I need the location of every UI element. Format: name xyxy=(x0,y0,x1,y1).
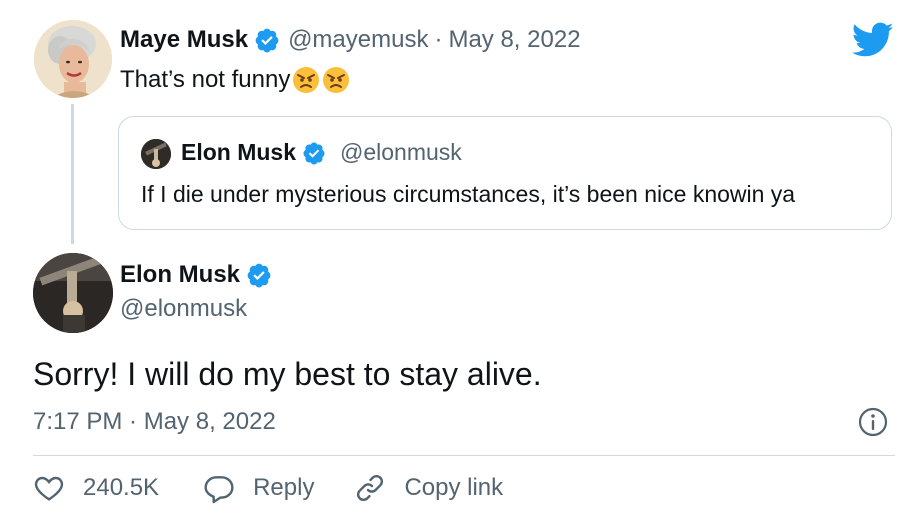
reply-bubble-icon xyxy=(204,476,234,504)
main-tweet-text: Sorry! I will do my best to stay alive. xyxy=(33,356,542,392)
quoted-tweet-header: Elon Musk @elonmusk xyxy=(181,139,462,166)
twitter-bird-icon[interactable] xyxy=(852,22,894,58)
reply-label: Reply xyxy=(253,474,315,501)
tweet-actions-bar: 240.5K Reply Copy link xyxy=(33,472,503,504)
parent-tweet-header: Maye Musk @mayemusk · May 8, 2022 xyxy=(120,26,581,54)
thread-connector-line xyxy=(71,104,74,244)
parent-date[interactable]: May 8, 2022 xyxy=(448,26,580,54)
heart-icon xyxy=(34,476,64,501)
like-button[interactable]: 240.5K xyxy=(33,472,159,504)
verified-badge-icon xyxy=(255,28,279,53)
verified-badge-icon xyxy=(303,142,325,164)
link-icon xyxy=(357,474,384,502)
header-separator: · xyxy=(434,26,443,53)
quoted-handle: @elonmusk xyxy=(340,139,462,165)
angry-face-emoji xyxy=(323,67,350,93)
quoted-avatar xyxy=(141,139,171,169)
quoted-tweet-card[interactable]: Elon Musk @elonmusk If I die under myste… xyxy=(118,116,892,230)
like-count: 240.5K xyxy=(83,474,160,501)
copy-link-button[interactable]: Copy link xyxy=(354,472,503,504)
parent-handle[interactable]: @mayemusk xyxy=(288,26,428,54)
tweet-timestamp[interactable]: 7:17 PM · May 8, 2022 xyxy=(33,408,276,436)
avatar-maye-musk[interactable] xyxy=(34,20,112,98)
main-display-name[interactable]: Elon Musk xyxy=(120,261,240,289)
quoted-display-name: Elon Musk xyxy=(181,139,297,165)
actions-divider xyxy=(33,455,895,456)
quoted-tweet-text: If I die under mysterious circumstances,… xyxy=(141,181,796,207)
main-tweet-author: Elon Musk xyxy=(120,261,280,289)
parent-tweet-body: That’s not funny xyxy=(120,66,291,93)
avatar-elon-musk[interactable] xyxy=(33,253,113,333)
verified-badge-icon xyxy=(247,263,271,288)
reply-button[interactable]: Reply xyxy=(203,472,314,504)
parent-tweet-text: That’s not funny xyxy=(120,66,350,94)
main-handle[interactable]: @elonmusk xyxy=(120,295,247,323)
angry-face-emoji xyxy=(293,67,320,93)
info-icon[interactable] xyxy=(857,406,889,438)
copy-link-label: Copy link xyxy=(404,474,504,501)
parent-display-name[interactable]: Maye Musk xyxy=(120,26,248,54)
